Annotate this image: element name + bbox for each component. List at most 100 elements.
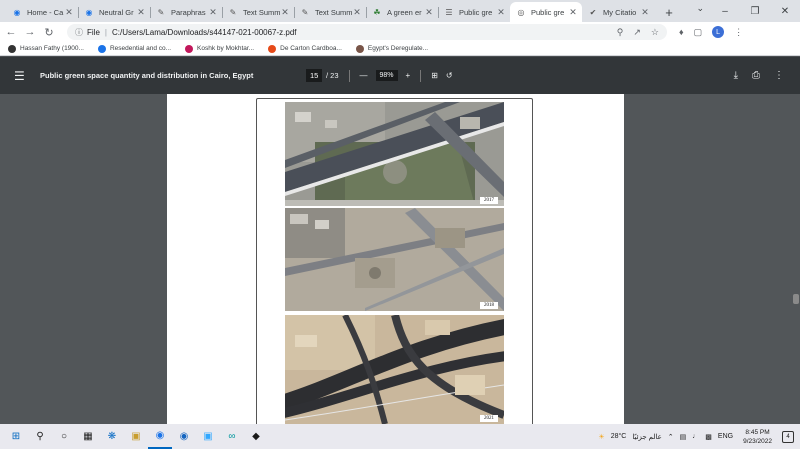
file-explorer-icon[interactable]: ▣ xyxy=(124,424,148,449)
zoom-app-icon[interactable]: ◉ xyxy=(172,424,196,449)
download-icon[interactable]: ⤓ xyxy=(734,70,738,81)
network-icon[interactable]: ▤ xyxy=(680,433,687,441)
aerial-photo-2018: 2018 xyxy=(285,208,504,311)
tab-title: Text Summ xyxy=(243,7,280,17)
close-tab-icon[interactable]: ✕ xyxy=(64,7,74,18)
browser-menu-icon[interactable]: ⋮ xyxy=(734,27,743,38)
browser-tab[interactable]: ◉ Home - Ca ✕ xyxy=(6,2,78,22)
zoom-in-button[interactable]: + xyxy=(406,71,411,80)
zoom-out-button[interactable]: — xyxy=(360,71,368,80)
tab-title: Public gre xyxy=(531,7,565,17)
browser-tab[interactable]: ◉ Neutral Gr ✕ xyxy=(78,2,150,22)
minimize-button[interactable]: – xyxy=(710,0,740,22)
quill-icon: ✎ xyxy=(301,7,309,17)
tab-title: Public gre xyxy=(459,7,493,17)
new-tab-button[interactable]: + xyxy=(660,2,678,22)
share-icon[interactable]: ↗ xyxy=(633,27,641,38)
rotate-icon[interactable]: ↺ xyxy=(446,71,453,80)
tab-title: Neutral Gr xyxy=(99,7,134,17)
bookmark-star-icon[interactable]: ☆ xyxy=(651,27,659,38)
battery-icon[interactable]: ▩ xyxy=(705,433,712,441)
check-icon: ✔ xyxy=(589,7,597,17)
print-icon[interactable]: ⎙ xyxy=(752,70,760,81)
close-tab-icon[interactable]: ✕ xyxy=(568,7,578,18)
browser-tab[interactable]: ✎ Text Summ ✕ xyxy=(222,2,294,22)
address-url: C:/Users/Lama/Downloads/s44147-021-00067… xyxy=(111,27,297,37)
profile-avatar[interactable]: L xyxy=(712,26,725,38)
close-tab-icon[interactable]: ✕ xyxy=(208,7,218,18)
more-options-icon[interactable]: ⋮ xyxy=(774,70,784,81)
close-window-button[interactable]: ✕ xyxy=(770,0,800,22)
scrollbar[interactable] xyxy=(792,94,800,424)
language-indicator[interactable]: ENG xyxy=(718,433,733,440)
bookmark-label: Resedential and co... xyxy=(109,45,172,52)
cortana-icon[interactable]: ○ xyxy=(52,424,76,449)
bookmark-favicon-icon xyxy=(355,44,364,53)
browser-toolbar: ← → ↻ ⓘ File | C:/Users/Lama/Downloads/s… xyxy=(0,22,800,42)
close-tab-icon[interactable]: ✕ xyxy=(352,7,362,18)
bookmarks-bar: Hassan Fathy (1900... Resedential and co.… xyxy=(0,42,800,56)
address-prefix: File xyxy=(87,27,100,37)
back-icon[interactable]: ← xyxy=(3,24,19,40)
scrollbar-thumb[interactable] xyxy=(793,294,799,304)
globe-icon: ◎ xyxy=(517,7,525,17)
browser-tab[interactable]: ☘ A green er ✕ xyxy=(366,2,438,22)
chrome-icon[interactable]: ◉ xyxy=(148,424,172,449)
chrome-icon: ◉ xyxy=(13,7,21,17)
arduino-icon[interactable]: ∞ xyxy=(220,424,244,449)
clock[interactable]: 8:45 PM 9/23/2022 xyxy=(743,428,772,446)
notification-badge[interactable]: 4 xyxy=(782,430,794,443)
weather-description[interactable]: عالم جزئيًا xyxy=(632,433,661,441)
browser-tab[interactable]: ☰ Public gre ✕ xyxy=(438,2,510,22)
zoom-input[interactable]: 98% xyxy=(375,70,398,81)
bookmark-item[interactable]: Resedential and co... xyxy=(97,44,172,53)
zoom-icon[interactable]: ⚲ xyxy=(617,27,624,38)
divider xyxy=(348,69,350,82)
forward-icon[interactable]: → xyxy=(22,24,38,40)
tab-strip: ◉ Home - Ca ✕ ◉ Neutral Gr ✕ ✎ Paraphras ✕ ✎ Text … xyxy=(0,0,800,22)
pdf-title: Public green space quantity and distribu… xyxy=(40,71,254,80)
divider xyxy=(420,69,422,82)
search-icon[interactable]: ⚲ xyxy=(28,424,52,449)
bookmark-item[interactable]: Hassan Fathy (1900... xyxy=(8,44,84,53)
pdf-viewer[interactable]: 2017 2018 2021 xyxy=(0,94,800,424)
tab-title: Paraphras xyxy=(171,7,206,17)
close-tab-icon[interactable]: ✕ xyxy=(496,7,506,18)
weather-icon[interactable]: ☀ xyxy=(598,433,604,441)
bookmark-item[interactable]: De Carton Cardboa... xyxy=(268,44,342,53)
reload-icon[interactable]: ↻ xyxy=(41,24,57,40)
edge-icon[interactable]: ❋ xyxy=(100,424,124,449)
browser-tab[interactable]: ◎ Public gre ✕ xyxy=(510,2,582,22)
menu-icon[interactable]: ☰ xyxy=(14,69,28,83)
fit-page-icon[interactable]: ⊞ xyxy=(431,71,438,80)
page-total: / 23 xyxy=(326,71,339,80)
close-tab-icon[interactable]: ✕ xyxy=(424,7,434,18)
photoshop-icon[interactable]: ▣ xyxy=(196,424,220,449)
browser-tab[interactable]: ✎ Text Summ ✕ xyxy=(294,2,366,22)
sketchup-icon[interactable]: ◆ xyxy=(244,424,268,449)
pdf-toolbar: ☰ Public green space quantity and distri… xyxy=(0,57,800,94)
close-tab-icon[interactable]: ✕ xyxy=(640,7,650,18)
page-number-input[interactable]: 15 xyxy=(306,69,322,82)
task-view-icon[interactable]: ▦ xyxy=(76,424,100,449)
close-tab-icon[interactable]: ✕ xyxy=(136,7,146,18)
address-bar[interactable]: ⓘ File | C:/Users/Lama/Downloads/s44147-… xyxy=(67,24,667,40)
windows-start-icon[interactable]: ⊞ xyxy=(4,424,28,449)
extensions-icon[interactable]: ♦ xyxy=(679,27,684,37)
volume-icon[interactable]: ♩ xyxy=(692,433,699,440)
weather-temperature[interactable]: 28°C xyxy=(611,433,627,440)
clock-time: 8:45 PM xyxy=(745,428,770,436)
browser-tab[interactable]: ✎ Paraphras ✕ xyxy=(150,2,222,22)
bookmark-item[interactable]: Koshk by Mokhtar... xyxy=(185,44,254,53)
tray-overflow-icon[interactable]: ⌃ xyxy=(668,433,674,441)
tab-search-icon[interactable]: ⌄ xyxy=(696,3,704,14)
bookmark-favicon-icon xyxy=(185,44,194,53)
bookmark-item[interactable]: Egypt's Deregulate... xyxy=(355,44,428,53)
close-tab-icon[interactable]: ✕ xyxy=(280,7,290,18)
info-icon[interactable]: ⓘ xyxy=(75,27,83,38)
browser-tab[interactable]: ✔ My Citatio ✕ xyxy=(582,2,654,22)
restore-button[interactable]: ❐ xyxy=(740,0,770,22)
side-panel-icon[interactable]: ▢ xyxy=(694,27,703,38)
aerial-photo-2017: 2017 xyxy=(285,102,504,206)
quill-icon: ✎ xyxy=(157,7,165,17)
